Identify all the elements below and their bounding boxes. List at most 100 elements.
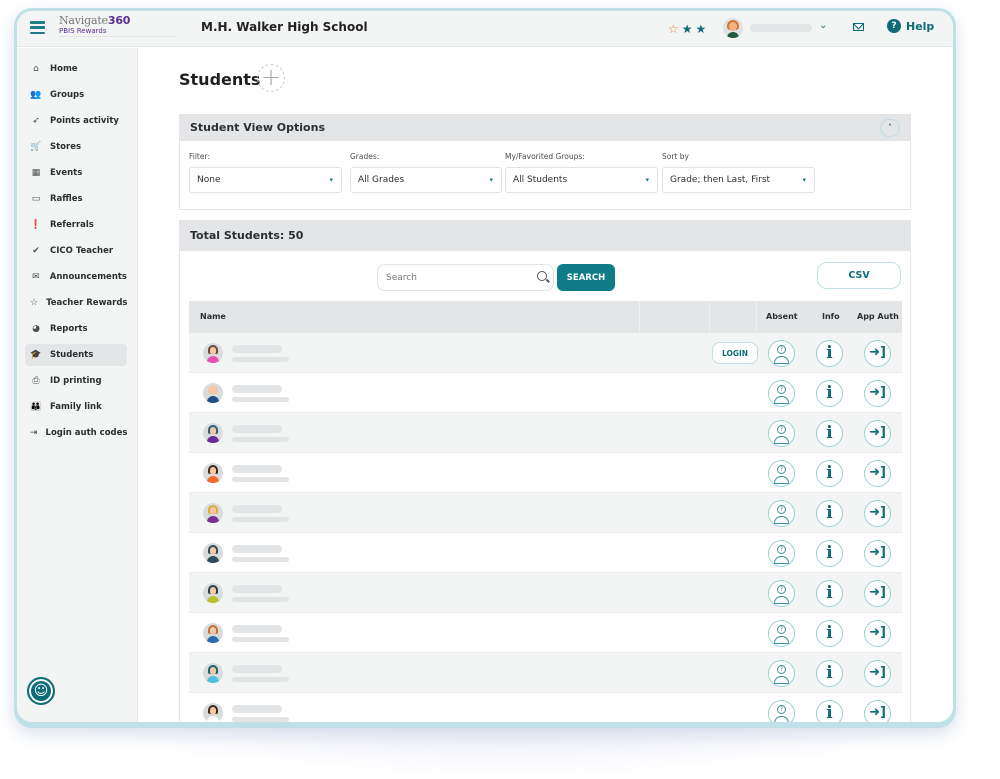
absent-button[interactable]: ? xyxy=(768,380,795,407)
filter-select[interactable]: None ▾ xyxy=(189,167,342,193)
app-auth-button[interactable]: ➜] xyxy=(864,580,891,607)
sidebar-item-stores[interactable]: 🛒 Stores xyxy=(25,136,127,158)
sidebar-item-students[interactable]: 🎓 Students xyxy=(25,344,127,366)
app-auth-button[interactable]: ➜] xyxy=(864,660,891,687)
info-icon: i xyxy=(826,703,833,722)
sidebar-item-raffles[interactable]: ▭ Raffles xyxy=(25,188,127,210)
table-row[interactable]: ? i ➜] xyxy=(189,493,902,533)
student-name-placeholder[interactable] xyxy=(232,625,282,633)
table-row[interactable]: ? i ➜] xyxy=(189,533,902,573)
groups-select[interactable]: All Students ▾ xyxy=(505,167,658,193)
student-name-placeholder[interactable] xyxy=(232,465,282,473)
csv-export-button[interactable]: CSV xyxy=(817,262,901,289)
collapse-button[interactable]: ˄ xyxy=(880,119,900,137)
sidebar-item-id-printing[interactable]: ⎙ ID printing xyxy=(25,370,127,392)
column-info: Info xyxy=(822,312,840,321)
student-name-placeholder[interactable] xyxy=(232,505,282,513)
sidebar-item-reports[interactable]: ◕ Reports xyxy=(25,318,127,340)
info-button[interactable]: i xyxy=(816,660,843,687)
sidebar-item-home[interactable]: ⌂ Home xyxy=(25,58,127,80)
app-auth-button[interactable]: ➜] xyxy=(864,620,891,647)
info-button[interactable]: i xyxy=(816,620,843,647)
search-input[interactable] xyxy=(378,265,518,291)
info-button[interactable]: i xyxy=(816,500,843,527)
table-row[interactable]: ? i ➜] xyxy=(189,613,902,653)
info-button[interactable]: i xyxy=(816,420,843,447)
star-outline-icon: ☆ xyxy=(668,22,679,36)
chevron-down-icon[interactable]: ⌄ xyxy=(819,20,827,31)
absent-button[interactable]: ? xyxy=(768,540,795,567)
sidebar-item-groups[interactable]: 👥 Groups xyxy=(25,84,127,106)
student-name-placeholder[interactable] xyxy=(232,545,282,553)
brand-logo[interactable]: Navigate360 PBIS Rewards xyxy=(59,14,177,37)
absent-button[interactable]: ? xyxy=(768,620,795,647)
column-name[interactable]: Name xyxy=(200,301,226,333)
app-auth-button[interactable]: ➜] xyxy=(864,460,891,487)
absent-button[interactable]: ? xyxy=(768,420,795,447)
info-button[interactable]: i xyxy=(816,580,843,607)
sort-select[interactable]: Grade; then Last, First ▾ xyxy=(662,167,815,193)
sidebar-item-cico-teacher[interactable]: ✔ CICO Teacher xyxy=(25,240,127,262)
app-auth-button[interactable]: ➜] xyxy=(864,340,891,367)
sidebar-item-teacher-rewards[interactable]: ☆ Teacher Rewards xyxy=(25,292,128,314)
hamburger-menu-icon[interactable] xyxy=(30,21,45,34)
info-button[interactable]: i xyxy=(816,340,843,367)
table-row[interactable]: ? i ➜] xyxy=(189,653,902,693)
table-row[interactable]: ? i ➜] xyxy=(189,373,902,413)
app-auth-button[interactable]: ➜] xyxy=(864,500,891,527)
absent-button[interactable]: ? xyxy=(768,580,795,607)
sidebar-item-points-activity[interactable]: ➶ Points activity xyxy=(25,110,127,132)
table-row[interactable]: ? i ➜] xyxy=(189,453,902,493)
absent-button[interactable]: ? xyxy=(768,460,795,487)
sidebar-item-login-auth-codes[interactable]: ⇥ Login auth codes xyxy=(25,422,127,444)
info-icon: i xyxy=(826,423,833,443)
calendar-icon: ▦ xyxy=(31,168,41,178)
question-person-icon: ? xyxy=(777,625,786,634)
help-button[interactable]: ? Help xyxy=(887,19,934,33)
info-button[interactable]: i xyxy=(816,540,843,567)
sidebar-item-announcements[interactable]: ✉ Announcements xyxy=(25,266,127,288)
sidebar: ⌂ Home 👥 Groups ➶ Points activity 🛒 Stores ▦… xyxy=(17,48,138,722)
absent-button[interactable]: ? xyxy=(768,500,795,527)
absent-button[interactable]: ? xyxy=(768,340,795,367)
student-name-placeholder[interactable] xyxy=(232,705,282,713)
grades-select[interactable]: All Grades ▾ xyxy=(350,167,502,193)
info-button[interactable]: i xyxy=(816,700,843,722)
absent-button[interactable]: ? xyxy=(768,700,795,722)
student-name-placeholder[interactable] xyxy=(232,585,282,593)
student-name-placeholder[interactable] xyxy=(232,345,282,353)
student-name-placeholder[interactable] xyxy=(232,665,282,673)
absent-button[interactable]: ? xyxy=(768,660,795,687)
sidebar-item-events[interactable]: ▦ Events xyxy=(25,162,127,184)
question-person-icon: ? xyxy=(777,705,786,714)
app-auth-button[interactable]: ➜] xyxy=(864,700,891,722)
app-auth-button[interactable]: ➜] xyxy=(864,420,891,447)
table-row[interactable]: ? i ➜] xyxy=(189,573,902,613)
table-row[interactable]: ? i ➜] xyxy=(189,413,902,453)
app-auth-button[interactable]: ➜] xyxy=(864,540,891,567)
student-detail-placeholder xyxy=(232,517,289,522)
student-detail-placeholder xyxy=(232,477,289,482)
info-button[interactable]: i xyxy=(816,380,843,407)
accessibility-icon[interactable]: ☺ xyxy=(27,677,55,705)
sort-value: Grade; then Last, First xyxy=(670,175,771,185)
panel-title: Student View Options xyxy=(190,121,325,134)
envelope-icon[interactable] xyxy=(853,23,864,31)
add-student-button[interactable]: + xyxy=(257,64,285,92)
table-row[interactable]: ? i ➜] xyxy=(189,693,902,722)
student-name-placeholder[interactable] xyxy=(232,385,282,393)
question-person-icon: ? xyxy=(777,425,786,434)
user-avatar[interactable] xyxy=(723,18,743,38)
check-circle-icon: ✔ xyxy=(32,246,40,256)
login-icon: ⇥ xyxy=(30,428,38,438)
app-auth-button[interactable]: ➜] xyxy=(864,380,891,407)
student-name-placeholder[interactable] xyxy=(232,425,282,433)
table-row[interactable]: LOGIN ? i ➜] xyxy=(189,333,902,373)
sidebar-item-referrals[interactable]: ❗ Referrals xyxy=(25,214,127,236)
info-button[interactable]: i xyxy=(816,460,843,487)
login-button[interactable]: LOGIN xyxy=(712,342,758,364)
search-button[interactable]: SEARCH xyxy=(557,264,615,291)
sidebar-item-family-link[interactable]: 👪 Family link xyxy=(25,396,127,418)
user-name-placeholder[interactable] xyxy=(750,24,812,32)
search-field[interactable] xyxy=(377,264,554,291)
